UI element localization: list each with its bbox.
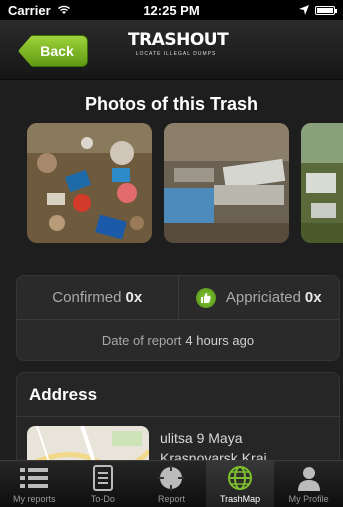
thumbs-up-icon [195, 287, 216, 308]
logo-tagline: LOCATE ILLEGAL DUMPS [135, 51, 217, 57]
trash-detail-content[interactable]: Photos of this Trash Confirmed 0x Appric… [0, 80, 343, 460]
photos-title: Photos of this Trash [84, 94, 258, 114]
map-thumbnail[interactable] [27, 426, 149, 460]
logo-main-text: TRASHOUT [128, 30, 229, 50]
photos-carousel[interactable] [27, 123, 343, 243]
date-label: Date of report [101, 333, 182, 348]
tab-my-reports[interactable]: My reports [0, 461, 69, 507]
trash-photo-3[interactable] [301, 123, 343, 243]
address-line-2: Krasnoyarsk Krai [160, 450, 267, 460]
trash-photo-2[interactable] [164, 123, 289, 243]
address-title: Address [17, 373, 339, 417]
tab-report[interactable]: Report [137, 461, 206, 507]
appreciated-stat[interactable]: Appriciated 0x [179, 276, 340, 319]
list-icon [19, 465, 49, 494]
date-value: 4 hours ago [185, 333, 255, 348]
tab-label-my-profile: My Profile [288, 494, 329, 504]
address-card: Address ulitsa 9 Maya Krasnoyarsk Krai [16, 372, 340, 460]
tab-label-my-reports: My reports [13, 494, 56, 504]
navigation-bar: Back TRASHOUT LOCATE ILLEGAL DUMPS [0, 20, 343, 80]
tab-my-profile[interactable]: My Profile [274, 461, 343, 507]
trashout-logo: TRASHOUT LOCATE ILLEGAL DUMPS [128, 30, 229, 70]
appreciated-label: Appriciated [225, 289, 301, 306]
tab-bar: My reports To-Do Report TrashMap My Prof… [0, 460, 343, 507]
tab-label-trashmap: TrashMap [219, 494, 261, 504]
status-time: 12:25 PM [143, 3, 200, 18]
stats-row: Confirmed 0x Appriciated 0x [17, 276, 339, 320]
confirmed-label: Confirmed [52, 289, 122, 306]
tab-trashmap[interactable]: TrashMap [205, 461, 275, 507]
confirmed-count: 0x [125, 289, 143, 306]
address-line-1: ulitsa 9 Maya [160, 430, 243, 446]
tab-label-to-do: To-Do [90, 494, 115, 504]
person-icon [296, 465, 322, 494]
appreciated-count: 0x [304, 289, 322, 306]
tab-label-report: Report [157, 494, 185, 504]
status-bar: Carrier 12:25 PM [0, 0, 343, 20]
notepad-icon [92, 465, 114, 494]
globe-icon [226, 465, 254, 494]
tab-to-do[interactable]: To-Do [69, 461, 138, 507]
battery-icon [315, 5, 337, 15]
report-stats-card: Confirmed 0x Appriciated 0x Date of repo… [16, 275, 340, 361]
target-icon [157, 465, 185, 494]
date-of-report-row: Date of report 4 hours ago [17, 320, 339, 361]
confirmed-stat[interactable]: Confirmed 0x [17, 276, 178, 319]
trash-photo-1[interactable] [27, 123, 152, 243]
back-button[interactable]: Back [18, 35, 88, 67]
